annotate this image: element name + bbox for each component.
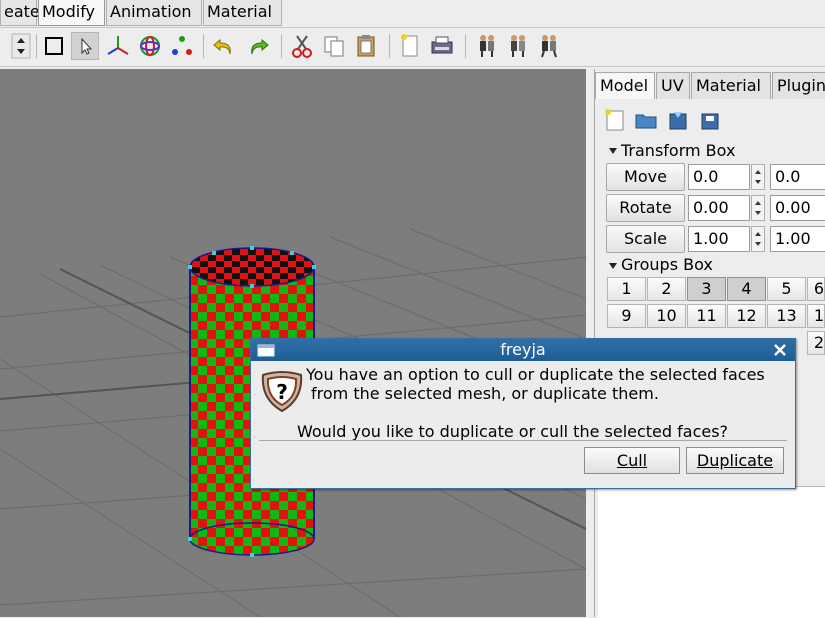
copy-icon[interactable] xyxy=(320,32,348,60)
toolbar-separator xyxy=(465,34,466,58)
group-button[interactable]: 12 xyxy=(727,304,766,328)
question-icon: ? xyxy=(261,371,303,413)
save-icon[interactable] xyxy=(698,108,722,132)
group-button[interactable]: 9 xyxy=(607,304,646,328)
open-folder-icon[interactable] xyxy=(634,108,658,132)
figure-c-icon[interactable] xyxy=(535,32,563,60)
rotate-x-spinner[interactable] xyxy=(751,195,765,221)
group-button[interactable]: 5 xyxy=(767,277,806,301)
groups-box-header: Groups Box xyxy=(621,255,713,274)
group-button[interactable]: 2 xyxy=(807,331,825,355)
transform-box-header: Transform Box xyxy=(621,141,736,160)
toolbar xyxy=(0,28,825,67)
dialog-message-line1: You have an option to cull or duplicate … xyxy=(306,365,765,384)
scale-y-field[interactable]: 1.00 xyxy=(770,226,825,252)
move-x-field[interactable]: 0.0 xyxy=(688,164,750,190)
tab-uv[interactable]: UV xyxy=(656,72,690,99)
move-y-field[interactable]: 0.0 xyxy=(770,164,825,190)
undo-icon[interactable] xyxy=(210,32,238,60)
rotate-rings-icon[interactable] xyxy=(136,32,164,60)
toolbar-separator xyxy=(36,34,37,58)
group-button[interactable]: 4 xyxy=(727,277,766,301)
import-icon[interactable] xyxy=(666,108,690,132)
menu-create[interactable]: eate xyxy=(0,0,40,26)
paste-icon[interactable] xyxy=(352,32,380,60)
freyja-dialog: freyja ? You have an option to cull or d… xyxy=(250,338,796,489)
dialog-message-line2: from the selected mesh, or duplicate the… xyxy=(311,384,659,403)
group-button[interactable]: 13 xyxy=(767,304,806,328)
scale-button[interactable]: Scale xyxy=(606,225,685,253)
menu-modify[interactable]: Modify xyxy=(38,0,105,26)
toolbar-separator xyxy=(389,34,390,58)
cull-button-label: Cull xyxy=(616,451,648,470)
cut-icon[interactable] xyxy=(288,32,316,60)
dialog-separator xyxy=(259,440,787,441)
duplicate-button-label: Duplicate xyxy=(696,451,774,470)
list-area[interactable] xyxy=(598,486,825,618)
new-page-icon[interactable] xyxy=(396,32,424,60)
toolbar-separator xyxy=(281,34,282,58)
dialog-titlebar[interactable]: freyja xyxy=(251,339,795,361)
move-x-spinner[interactable] xyxy=(751,164,765,190)
menubar: eate Modify Animation Material xyxy=(0,0,825,28)
scale-x-field[interactable]: 1.00 xyxy=(688,226,750,252)
close-icon[interactable] xyxy=(773,343,787,357)
collapse-arrow-icon[interactable] xyxy=(608,261,618,271)
rotate-y-field[interactable]: 0.00 xyxy=(770,195,825,221)
tab-model[interactable]: Model xyxy=(595,72,655,99)
redo-icon[interactable] xyxy=(244,32,272,60)
group-button[interactable]: 6 xyxy=(807,277,825,301)
group-button[interactable]: 2 xyxy=(647,277,686,301)
svg-text:?: ? xyxy=(276,380,288,404)
window-menu-icon[interactable] xyxy=(257,344,275,357)
group-button[interactable]: 11 xyxy=(687,304,726,328)
axis-scale-icon[interactable] xyxy=(168,32,196,60)
menu-material[interactable]: Material xyxy=(203,0,282,26)
print-icon[interactable] xyxy=(428,32,456,60)
spin-arrows-icon[interactable] xyxy=(10,32,32,60)
tab-plugin[interactable]: Plugin xyxy=(772,72,825,99)
dialog-question: Would you like to duplicate or cull the … xyxy=(297,422,729,441)
rotate-x-field[interactable]: 0.00 xyxy=(688,195,750,221)
figure-b-icon[interactable] xyxy=(504,32,532,60)
dialog-title: freyja xyxy=(500,340,546,359)
duplicate-button[interactable]: Duplicate xyxy=(686,447,784,474)
menu-animation[interactable]: Animation xyxy=(106,0,202,26)
axis-move-icon[interactable] xyxy=(104,32,132,60)
group-button[interactable]: 1 xyxy=(607,277,646,301)
tab-material[interactable]: Material xyxy=(691,72,771,99)
group-button[interactable]: 10 xyxy=(647,304,686,328)
group-button[interactable]: 1 xyxy=(807,304,825,328)
toolbar-separator xyxy=(203,34,204,58)
select-box-icon[interactable] xyxy=(40,32,68,60)
rotate-button[interactable]: Rotate xyxy=(606,194,685,222)
move-button[interactable]: Move xyxy=(606,163,685,191)
collapse-arrow-icon[interactable] xyxy=(608,146,618,156)
group-button[interactable]: 3 xyxy=(687,277,726,301)
pointer-icon[interactable] xyxy=(71,32,99,60)
figure-a-icon[interactable] xyxy=(473,32,501,60)
new-file-icon[interactable] xyxy=(603,108,627,132)
scale-x-spinner[interactable] xyxy=(751,226,765,252)
cull-button[interactable]: Cull xyxy=(584,447,680,474)
